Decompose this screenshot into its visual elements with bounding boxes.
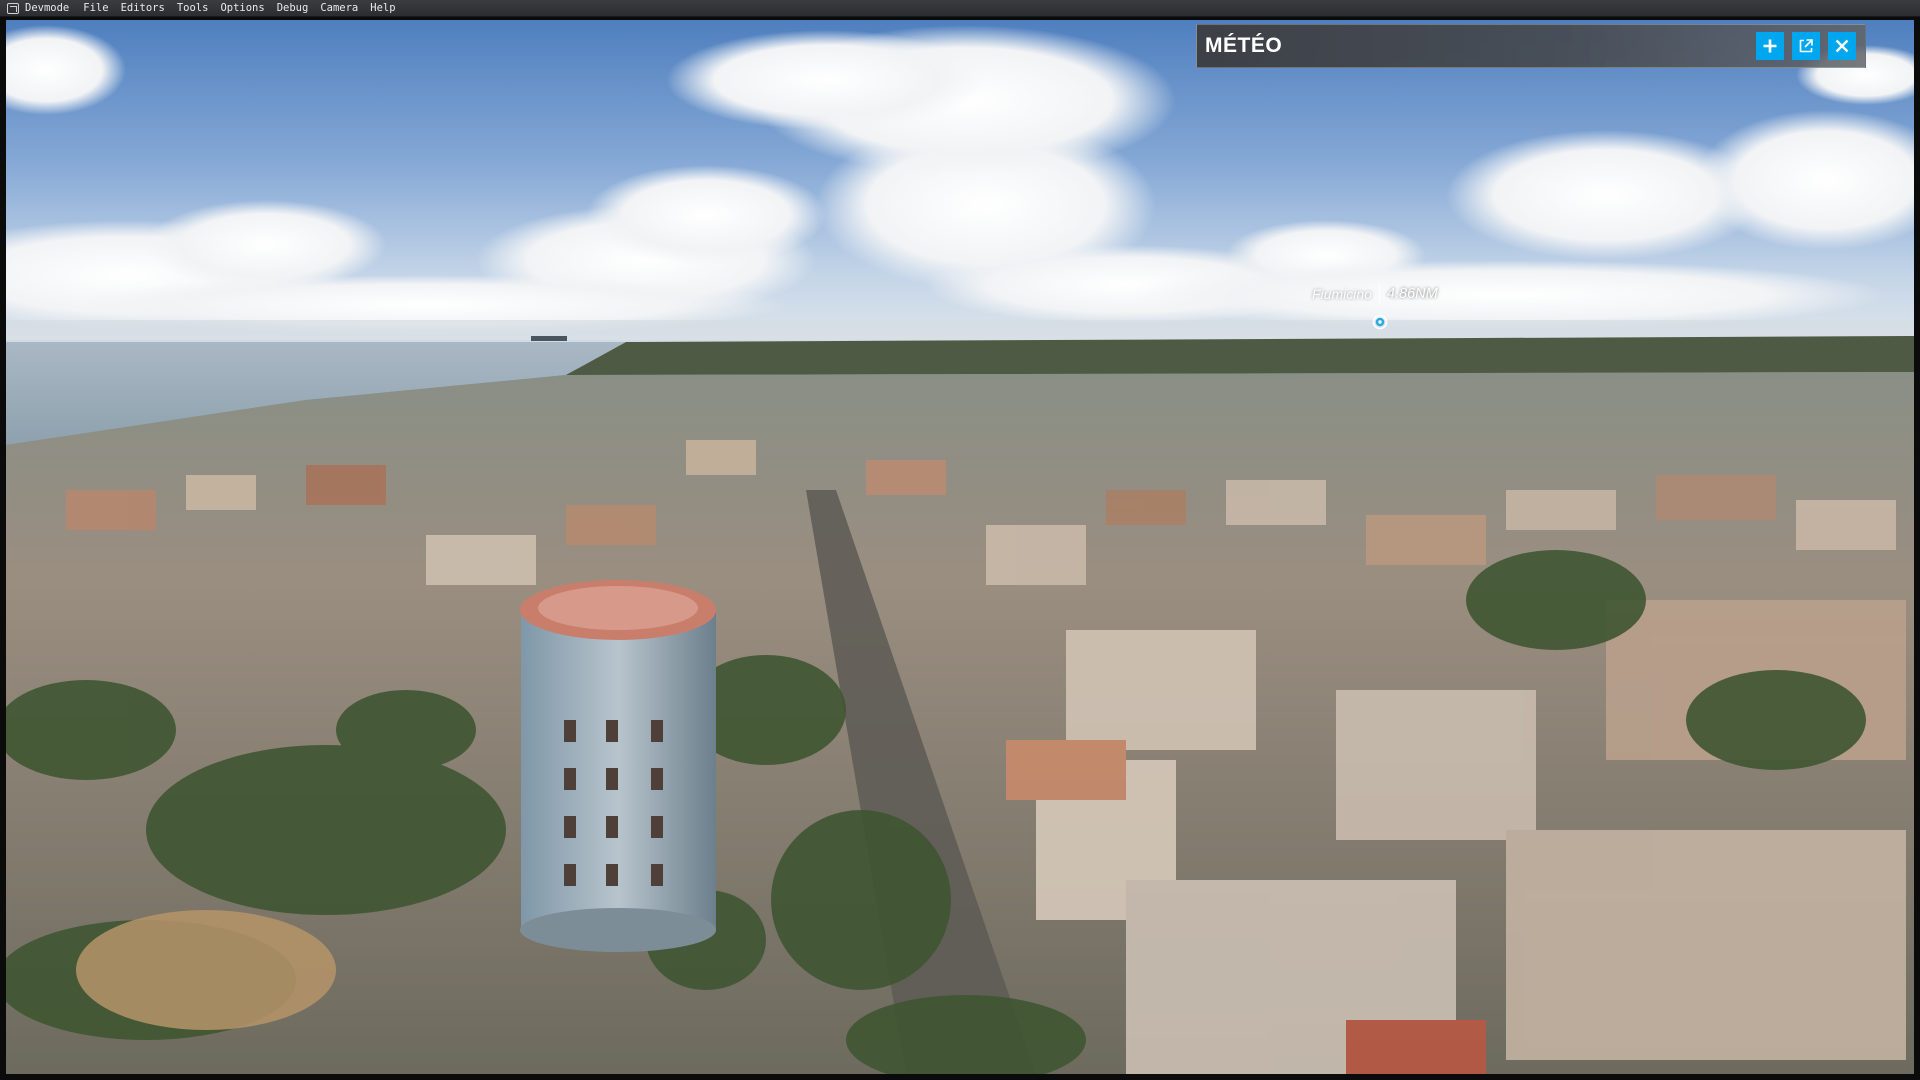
add-button[interactable] [1756,32,1784,60]
menu-file[interactable]: File [83,0,108,17]
close-icon [1835,39,1849,53]
weather-window: MÉTÉO [1196,24,1866,68]
close-button[interactable] [1828,32,1856,60]
popout-button[interactable] [1792,32,1820,60]
popout-icon [1799,39,1813,53]
menu-camera[interactable]: Camera [320,0,358,17]
poi-label: Fiumicino 4.86NM [1312,283,1438,305]
menu-editors[interactable]: Editors [121,0,165,17]
poi-separator [1378,283,1380,305]
aerial-city-scene [6,20,1914,1074]
menu-devmode[interactable]: Devmode [25,0,69,17]
menu-debug[interactable]: Debug [277,0,309,17]
devmode-menu-bar: Devmode File Editors Tools Options Debug… [0,0,1920,17]
menu-tools[interactable]: Tools [177,0,209,17]
menu-options[interactable]: Options [220,0,264,17]
map-pin-icon[interactable] [1372,314,1388,330]
poi-name: Fiumicino [1312,286,1372,302]
poi-distance: 4.86NM [1386,286,1438,302]
weather-window-title: MÉTÉO [1205,34,1283,57]
add-icon [1763,39,1777,53]
simulator-viewport[interactable]: Fiumicino 4.86NM [6,20,1914,1074]
devmode-logo-icon[interactable] [7,2,19,14]
menu-help[interactable]: Help [370,0,395,17]
